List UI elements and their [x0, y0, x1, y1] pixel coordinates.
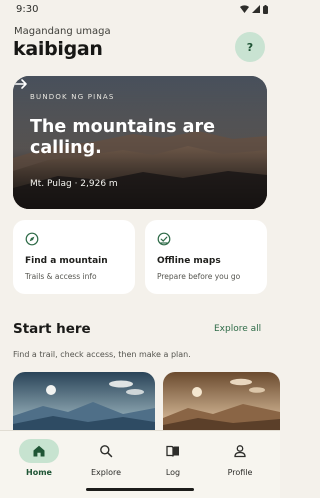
card-title: Offline maps — [157, 256, 221, 266]
hero-card[interactable]: BUNDOK NG PINAS The mountains are callin… — [13, 76, 267, 209]
greeting-text: Magandang umaga — [14, 26, 111, 37]
book-icon — [166, 445, 179, 457]
status-icons — [240, 4, 268, 14]
status-bar: 9:30 — [0, 0, 280, 18]
home-icon — [33, 445, 45, 457]
mountain-sunset-image — [163, 372, 280, 430]
nav-label: Profile — [227, 468, 253, 477]
trail-thumbnail[interactable] — [13, 372, 155, 430]
page-title: kaibigan — [13, 38, 103, 60]
status-time: 9:30 — [16, 3, 39, 15]
mountain-dusk-image — [13, 372, 155, 430]
wifi-icon — [240, 5, 249, 13]
hero-title: The mountains are calling. — [30, 117, 215, 158]
search-icon — [100, 445, 113, 458]
section-title: Start here — [13, 321, 91, 337]
signal-icon — [252, 5, 260, 13]
help-button[interactable]: ? — [235, 32, 265, 62]
check-circle-icon — [157, 232, 171, 246]
nav-item-explore[interactable]: Explore — [78, 439, 134, 487]
explore-all-link[interactable]: Explore all — [214, 324, 261, 334]
hero-mountain-meta: Mt. Pulag · 2,926 m — [30, 179, 118, 189]
battery-icon — [263, 4, 268, 14]
arrow-right-icon[interactable] — [13, 76, 29, 92]
person-icon — [234, 445, 246, 458]
nav-item-home[interactable]: Home — [11, 439, 67, 487]
section-subtitle: Find a trail, check access, then make a … — [13, 350, 191, 359]
find-mountain-card[interactable]: Find a mountain Trails & access info — [13, 220, 135, 294]
nav-item-profile[interactable]: Profile — [212, 439, 268, 487]
nav-item-log[interactable]: Log — [145, 439, 201, 487]
offline-maps-card[interactable]: Offline maps Prepare before you go — [145, 220, 267, 294]
nav-label: Log — [165, 468, 181, 477]
gesture-home-indicator[interactable] — [86, 488, 194, 491]
nav-label: Explore — [90, 468, 122, 477]
card-description: Trails & access info — [25, 272, 97, 281]
hero-kicker: BUNDOK NG PINAS — [30, 93, 115, 101]
card-description: Prepare before you go — [157, 272, 241, 281]
card-title: Find a mountain — [25, 256, 108, 266]
trail-thumbnail[interactable] — [163, 372, 280, 430]
nav-label: Home — [26, 468, 52, 477]
compass-icon — [25, 232, 39, 246]
